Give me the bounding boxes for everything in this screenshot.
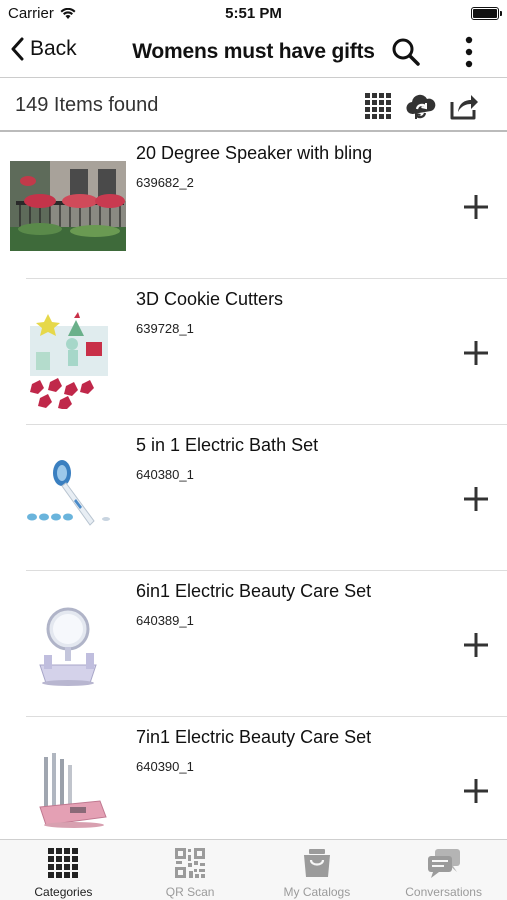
list-item[interactable]: 6in1 Electric Beauty Care Set 640389_1 [0,571,507,717]
product-name: 7in1 Electric Beauty Care Set [136,727,372,747]
list-item[interactable]: 5 in 1 Electric Bath Set 640380_1 [0,425,507,571]
bag-icon [303,849,330,877]
add-icon[interactable] [460,629,492,661]
product-name: 20 Degree Speaker with bling [136,143,373,163]
product-sku: 639728_1 [136,321,194,336]
product-name: 3D Cookie Cutters [136,289,284,309]
grid-icon [48,848,79,878]
tab-qr-scan[interactable]: QR Scan [127,840,254,900]
add-icon[interactable] [460,191,492,223]
status-bar: Carrier 5:51 PM [0,0,507,28]
product-image [27,460,110,526]
tab-label: QR Scan [165,885,215,899]
search-icon[interactable] [390,36,422,68]
cloud-sync-icon[interactable] [405,90,437,122]
share-icon[interactable] [448,90,480,122]
product-sku: 640390_1 [136,759,194,774]
product-sku: 640380_1 [136,467,194,482]
product-sku: 640389_1 [136,613,194,628]
tab-bar: Categories QR Scan My Catalogs Conversat… [0,839,507,900]
product-list: 20 Degree Speaker with bling 639682_2 3D… [0,133,507,839]
tab-my-catalogs[interactable]: My Catalogs [254,840,381,900]
product-name: 6in1 Electric Beauty Care Set [136,581,372,601]
tab-label: My Catalogs [283,885,351,899]
tab-label: Categories [34,885,93,899]
page-title: Womens must have gifts [132,40,375,63]
product-name: 5 in 1 Electric Bath Set [136,435,319,455]
list-item[interactable]: 7in1 Electric Beauty Care Set 640390_1 [0,717,507,839]
add-icon[interactable] [460,775,492,807]
list-item[interactable]: 3D Cookie Cutters 639728_1 [0,279,507,425]
product-sku: 639682_2 [136,175,194,190]
battery-icon [471,7,502,20]
add-icon[interactable] [460,337,492,369]
product-image [30,312,108,409]
items-count: 149 Items found [15,94,159,116]
results-header: 149 Items found [0,79,507,132]
product-image [39,607,97,686]
product-image [39,753,107,828]
navigation-bar: Back Womens must have gifts [0,28,507,78]
list-item[interactable]: 20 Degree Speaker with bling 639682_2 [0,133,507,279]
more-options-icon[interactable] [455,34,483,70]
add-icon[interactable] [460,483,492,515]
tab-conversations[interactable]: Conversations [380,840,507,900]
product-image [10,161,126,251]
tab-categories[interactable]: Categories [0,840,127,900]
status-time: 5:51 PM [225,5,282,22]
chat-bubbles-icon [427,849,460,878]
tab-label: Conversations [405,885,482,899]
qr-code-icon [175,848,206,878]
grid-view-icon[interactable] [362,90,394,122]
